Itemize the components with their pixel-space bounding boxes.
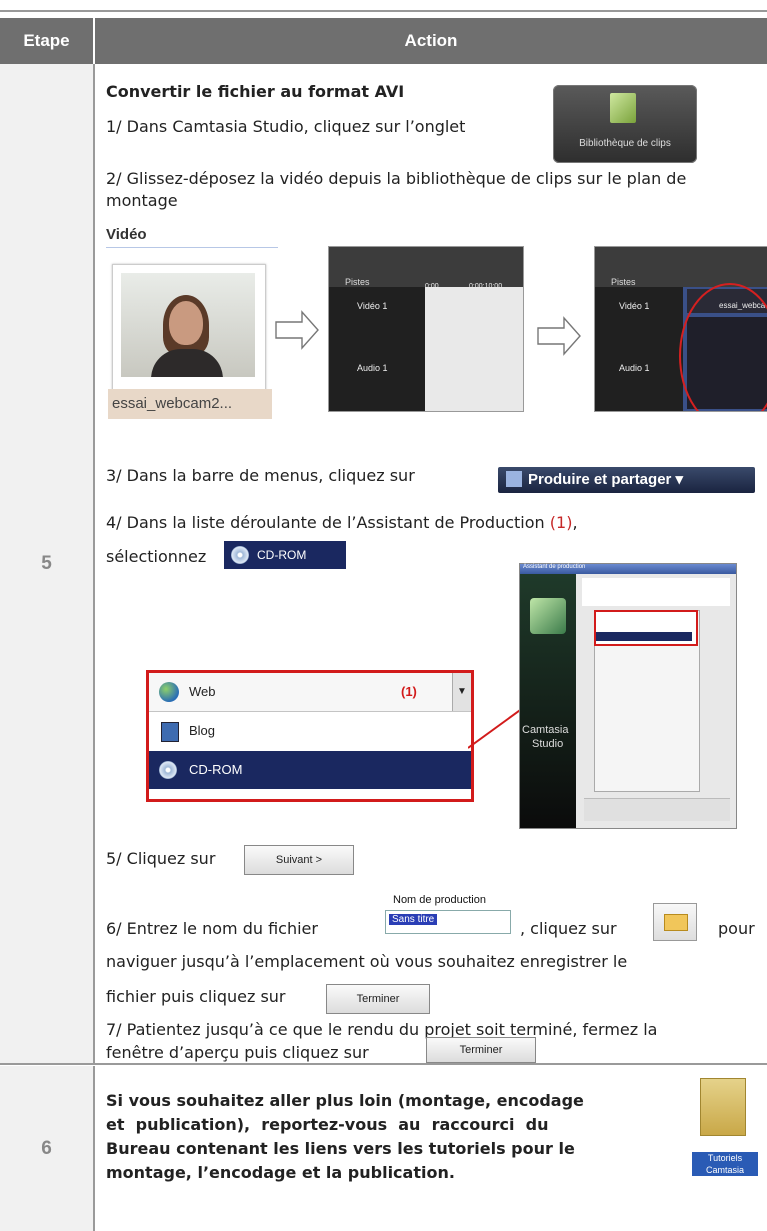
cd-icon <box>159 761 177 779</box>
browse-folder-button[interactable] <box>653 903 697 941</box>
step5-instruction-3: 3/ Dans la barre de menus, cliquez sur <box>106 466 415 485</box>
step5-instruction-7a: 7/ Patientez jusqu’à ce que le rendu du … <box>106 1020 658 1039</box>
brand-2: Studio <box>532 738 564 750</box>
chevron-down-icon: ▾ <box>675 471 684 488</box>
tutoriel-label: Tutoriels Camtasia <box>692 1152 758 1176</box>
step5-instruction-1: 1/ Dans Camtasia Studio, cliquez sur l’o… <box>106 117 466 136</box>
produire-label: Produire et partager <box>528 471 672 488</box>
arrow-right-icon <box>275 310 319 350</box>
step-number-5: 5 <box>0 64 95 1064</box>
timeline-with-clip: Pistes Vidéo 1 Audio 1 essai_webca <box>594 246 767 412</box>
step6-line-3: Bureau contenant les liens vers les tuto… <box>106 1139 575 1158</box>
s4a-text: 4/ Dans la liste déroulante de l’Assista… <box>106 513 545 532</box>
video-clip-thumbnail[interactable]: essai_webcam2... <box>108 264 272 419</box>
step5-instruction-4a: 4/ Dans la liste déroulante de l’Assista… <box>106 513 578 532</box>
dropdown-cdrom[interactable]: CD-ROM <box>149 751 471 789</box>
nom-value: Sans titre <box>389 914 438 925</box>
video1-track: Vidéo 1 <box>619 301 650 311</box>
dropdown-blog[interactable]: Blog <box>149 712 471 750</box>
step5-instruction-6a: 6/ Entrez le nom du fichier <box>106 919 318 938</box>
s4-ref: (1) <box>549 513 573 532</box>
floppy-icon <box>161 722 179 742</box>
timeline-t1: 0:00:10;00 <box>469 283 503 290</box>
audio1-track: Audio 1 <box>619 363 650 373</box>
cdrom-label: CD-ROM <box>257 548 307 562</box>
biblio-label: Bibliothèque de clips <box>579 138 671 149</box>
step5-instruction-2: 2/ Glissez-déposez la vidéo depuis la bi… <box>106 169 687 210</box>
video-panel-title: Vidéo <box>106 226 147 243</box>
header-etape: Etape <box>0 18 93 64</box>
step-number-6: 6 <box>0 1066 95 1231</box>
dropdown-web[interactable]: Web (1) ▼ <box>149 673 471 712</box>
terminer-button-final[interactable]: Terminer <box>426 1037 536 1063</box>
tutoriels-camtasia-shortcut[interactable]: Tutoriels Camtasia <box>692 1078 758 1224</box>
clip-library-icon <box>610 93 636 123</box>
header-action: Action <box>95 18 767 64</box>
bibliotheque-clips-tab[interactable]: Bibliothèque de clips <box>553 85 697 163</box>
format-dropdown-zoom[interactable]: Web (1) ▼ Blog CD-ROM <box>146 670 474 802</box>
step5-instruction-5: 5/ Cliquez sur <box>106 849 216 868</box>
pistes-label: Pistes <box>611 277 636 287</box>
step5-instruction-6d: naviguer jusqu’à l’emplacement où vous s… <box>106 952 628 971</box>
brand-1: Camtasia <box>522 724 569 736</box>
highlight-ellipse <box>679 283 767 411</box>
globe-icon <box>159 682 179 702</box>
step5-instruction-6b: , cliquez sur <box>520 919 617 938</box>
cdrom-label: CD-ROM <box>189 762 243 777</box>
clip-name: essai_webcam2... <box>108 389 272 419</box>
terminer-button[interactable]: Terminer <box>326 984 430 1014</box>
blog-label: Blog <box>189 723 216 738</box>
audio1-track: Audio 1 <box>357 363 388 373</box>
timeline-t0: 0:00 <box>425 283 439 290</box>
step6-line-1: Si vous souhaitez aller plus loin (monta… <box>106 1091 584 1110</box>
timeline-empty: Pistes Vidéo 1 Audio 1 0:00 0:00:10;00 <box>328 246 524 412</box>
suivant-button[interactable]: Suivant > <box>244 845 354 875</box>
webcam-image <box>121 273 255 377</box>
top-rule <box>0 10 767 12</box>
marker-1: (1) <box>401 684 417 699</box>
nom-production-field[interactable]: Sans titre <box>385 910 511 934</box>
web-label: Web <box>189 684 216 699</box>
pistes-label: Pistes <box>345 277 370 287</box>
arrow-right-icon <box>537 316 581 356</box>
video1-track: Vidéo 1 <box>357 301 388 311</box>
folder-icon <box>664 914 688 931</box>
assistant-production-window: Assistant de production Camtasia Studio <box>519 563 737 829</box>
produire-partager-button[interactable]: Produire et partager ▾ <box>498 467 755 493</box>
camtasia-side-panel: Camtasia Studio <box>520 574 576 828</box>
cdrom-option-button[interactable]: CD-ROM <box>224 541 346 569</box>
window-title: Assistant de production <box>523 564 586 570</box>
step6-line-2: et publication), reportez-vous au raccou… <box>106 1115 549 1134</box>
nom-production-label: Nom de production <box>393 894 486 906</box>
step5-title: Convertir le fichier au format AVI <box>106 82 405 101</box>
folder-icon <box>700 1078 746 1136</box>
step5-instruction-7b: fenêtre d’aperçu puis cliquez sur <box>106 1043 369 1062</box>
video-panel-rule <box>106 247 278 248</box>
step5-instruction-4b: sélectionnez <box>106 547 207 566</box>
step5-instruction-6c: pour <box>718 919 755 938</box>
cd-icon <box>231 546 249 564</box>
produce-icon <box>506 471 522 487</box>
step6-line-4: montage, l’encodage et la publication. <box>106 1163 455 1182</box>
step5-instruction-6e: fichier puis cliquez sur <box>106 987 286 1006</box>
